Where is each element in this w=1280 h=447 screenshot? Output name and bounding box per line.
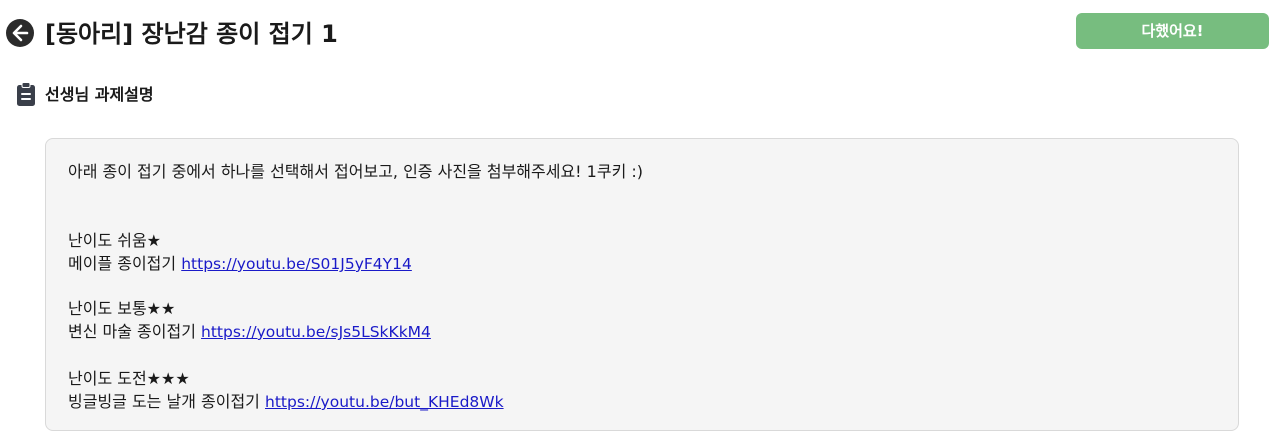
level-item: 빙글빙글 도는 날개 종이접기 https://youtu.be/but_KHE… [68, 390, 504, 414]
back-button[interactable] [6, 19, 34, 47]
level-item-name: 빙글빙글 도는 날개 종이접기 [68, 392, 260, 411]
video-link[interactable]: https://youtu.be/S01J5yF4Y14 [181, 255, 412, 273]
level-item: 메이플 종이접기 https://youtu.be/S01J5yF4Y14 [68, 252, 412, 276]
page-header: [동아리] 장난감 종이 접기 1 다했어요! [0, 0, 1280, 70]
level-item: 변신 마술 종이접기 https://youtu.be/sJs5LSkKkM4 [68, 320, 431, 344]
level-difficulty: 난이도 보통★★ [68, 299, 176, 318]
section-title: 선생님 과제설명 [45, 85, 154, 104]
level-difficulty: 난이도 도전★★★ [68, 369, 190, 388]
level-item-name: 변신 마술 종이접기 [68, 322, 196, 341]
video-link[interactable]: https://youtu.be/sJs5LSkKkM4 [201, 323, 431, 341]
level-challenge: 난이도 도전★★★ 빙글빙글 도는 날개 종이접기 https://youtu.… [68, 367, 504, 414]
level-difficulty: 난이도 쉬움★ [68, 231, 162, 250]
assignment-description-card: 아래 종이 접기 중에서 하나를 선택해서 접어보고, 인증 사진을 첨부해주세… [45, 138, 1239, 431]
level-easy: 난이도 쉬움★ 메이플 종이접기 https://youtu.be/S01J5y… [68, 229, 412, 276]
clipboard-icon [17, 82, 35, 106]
arrow-left-icon [12, 24, 29, 42]
assignment-intro: 아래 종이 접기 중에서 하나를 선택해서 접어보고, 인증 사진을 첨부해주세… [68, 162, 644, 181]
level-item-name: 메이플 종이접기 [68, 254, 177, 273]
video-link[interactable]: https://youtu.be/but_KHEd8Wk [265, 393, 504, 411]
level-normal: 난이도 보통★★ 변신 마술 종이접기 https://youtu.be/sJs… [68, 297, 431, 344]
page-title: [동아리] 장난감 종이 접기 1 [45, 20, 338, 48]
done-button[interactable]: 다했어요! [1076, 13, 1269, 49]
